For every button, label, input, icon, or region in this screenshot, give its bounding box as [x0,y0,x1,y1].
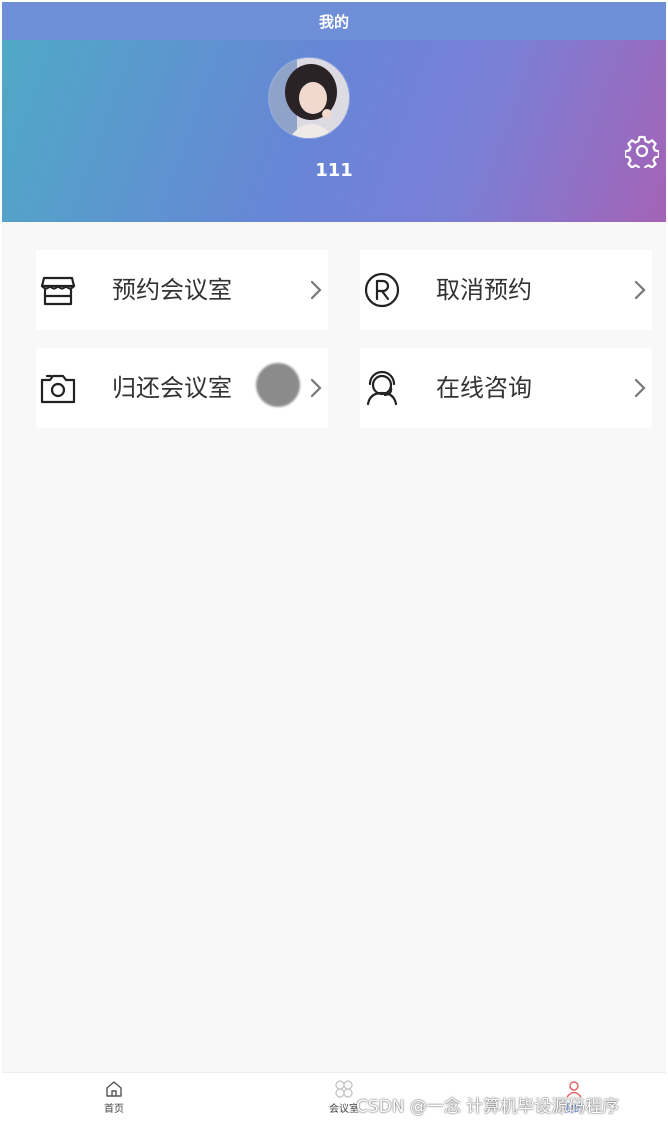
cancel-booking-label: 取消预约 [436,276,532,304]
clover-icon [335,1080,353,1098]
return-room-label: 归还会议室 [112,374,232,402]
tab-home[interactable]: 首页 [74,1073,154,1119]
profile-header: 111 [2,40,666,222]
username: 111 [315,160,353,181]
home-icon [106,1081,122,1097]
tab-meeting-room-label: 会议室 [329,1104,359,1115]
chevron-right-icon [634,378,646,398]
tab-home-label: 首页 [104,1104,124,1115]
app-screen: 我的 111 预约会议室 取消预约 归还会议室 在线咨询 首页 会议室 我的 C… [2,2,666,1119]
camera-icon [40,374,76,404]
avatar[interactable] [269,58,349,138]
book-room-label: 预约会议室 [112,276,232,304]
chevron-right-icon [310,280,322,300]
book-room-card[interactable]: 预约会议室 [36,250,328,330]
registered-icon [364,272,400,308]
online-consult-label: 在线咨询 [436,374,532,402]
online-consult-card[interactable]: 在线咨询 [360,348,652,428]
touch-indicator [256,363,300,407]
gear-icon [625,135,659,168]
settings-button[interactable] [625,134,659,168]
nav-bar: 我的 [2,2,666,40]
page-title: 我的 [318,12,349,31]
chevron-right-icon [310,378,322,398]
watermark: CSDN @一念 计算机毕设源码程序 [356,1097,620,1117]
shop-icon [40,276,76,306]
cancel-booking-card[interactable]: 取消预约 [360,250,652,330]
chevron-right-icon [634,280,646,300]
headset-icon [366,370,398,406]
avatar-image [269,58,349,138]
